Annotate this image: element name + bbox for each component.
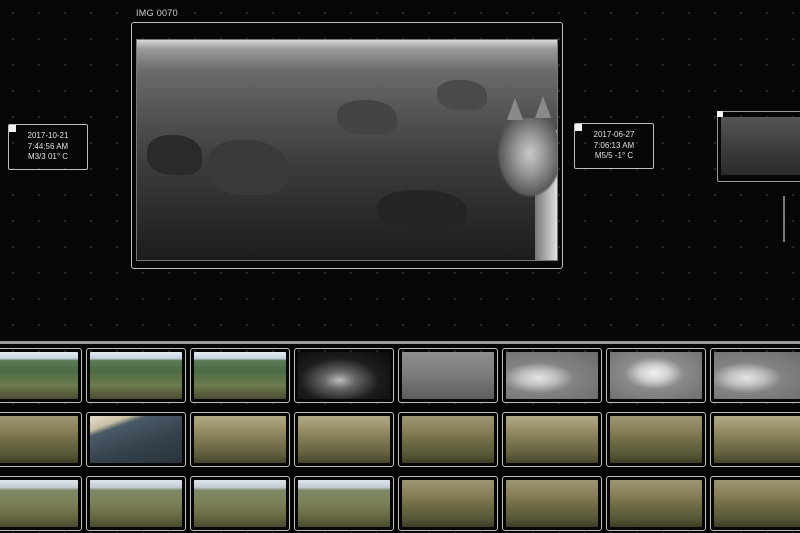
thumbnail-image xyxy=(298,480,390,527)
thumbnail-grid xyxy=(0,346,800,533)
info-date: 2017-10-21 xyxy=(27,131,69,140)
thumbnail[interactable] xyxy=(86,348,186,403)
thumbnail-image xyxy=(194,352,286,399)
lynx-ear xyxy=(507,98,523,120)
thumbnail-image xyxy=(402,352,494,399)
thumbnail-image xyxy=(610,352,702,399)
main-camera-photo[interactable] xyxy=(136,39,558,261)
thumbnail[interactable] xyxy=(294,348,394,403)
thumbnail[interactable] xyxy=(190,412,290,467)
thumbnail-strip-divider xyxy=(0,341,800,344)
thumbnail[interactable] xyxy=(0,476,82,531)
thumbnail[interactable] xyxy=(294,412,394,467)
thumbnail-image xyxy=(90,416,182,463)
thumbnail-image xyxy=(506,352,598,399)
thumbnail[interactable] xyxy=(0,348,82,403)
thumbnail[interactable] xyxy=(710,348,800,403)
thumbnail-image xyxy=(0,352,78,399)
thumbnail-image xyxy=(402,416,494,463)
scroll-indicator[interactable] xyxy=(783,196,785,242)
thumbnail-image xyxy=(714,480,800,527)
info-time: 7:44:56 AM xyxy=(27,141,69,151)
rock-shape xyxy=(147,135,202,175)
thumbnail[interactable] xyxy=(398,476,498,531)
rock-shape xyxy=(337,100,397,135)
rock-shape xyxy=(207,140,287,195)
thumbnail[interactable] xyxy=(606,412,706,467)
thumbnail[interactable] xyxy=(0,412,82,467)
thumbnail-image xyxy=(506,480,598,527)
info-date: 2017-06-27 xyxy=(593,130,635,139)
thumbnail[interactable] xyxy=(502,412,602,467)
thumbnail[interactable] xyxy=(398,412,498,467)
lynx-ear xyxy=(535,96,551,118)
thumbnail[interactable] xyxy=(86,476,186,531)
info-box-left: 2017-10-21 7:44:56 AM M3/3 01° C xyxy=(8,124,88,170)
info-time: 7:06:13 AM xyxy=(593,140,635,150)
main-image-frame[interactable] xyxy=(131,22,563,269)
thumbnail[interactable] xyxy=(710,412,800,467)
thumbnail-image xyxy=(714,352,800,399)
info-meta: M5/5 -1° C xyxy=(594,151,634,160)
side-preview-photo[interactable] xyxy=(721,117,800,175)
thumbnail-image xyxy=(194,416,286,463)
thumbnail[interactable] xyxy=(398,348,498,403)
thumbnail[interactable] xyxy=(294,476,394,531)
info-box-right: 2017-06-27 7:06:13 AM M5/5 -1° C xyxy=(574,123,654,169)
thumbnail[interactable] xyxy=(606,476,706,531)
thumbnail-image xyxy=(0,480,78,527)
thumbnail-image xyxy=(610,480,702,527)
thumbnail-image xyxy=(610,416,702,463)
thumbnail-image xyxy=(714,416,800,463)
thumbnail-image xyxy=(90,352,182,399)
thumbnail[interactable] xyxy=(190,348,290,403)
side-marker-icon xyxy=(717,111,723,117)
image-title: IMG 0070 xyxy=(136,8,178,18)
thumbnail-image xyxy=(0,416,78,463)
thumbnail[interactable] xyxy=(710,476,800,531)
thumbnail-image xyxy=(194,480,286,527)
thumbnail-image xyxy=(506,416,598,463)
lynx-head xyxy=(497,118,557,198)
rock-shape xyxy=(437,80,487,110)
rock-shape xyxy=(377,190,467,230)
thumbnail[interactable] xyxy=(190,476,290,531)
side-preview-frame[interactable] xyxy=(717,111,800,182)
thumbnail[interactable] xyxy=(606,348,706,403)
thumbnail-image xyxy=(402,480,494,527)
info-meta: M3/3 01° C xyxy=(27,152,69,161)
thumbnail[interactable] xyxy=(502,348,602,403)
thumbnail[interactable] xyxy=(502,476,602,531)
thumbnail[interactable] xyxy=(86,412,186,467)
thumbnail-image xyxy=(298,416,390,463)
thumbnail-image xyxy=(298,352,390,399)
thumbnail-image xyxy=(90,480,182,527)
